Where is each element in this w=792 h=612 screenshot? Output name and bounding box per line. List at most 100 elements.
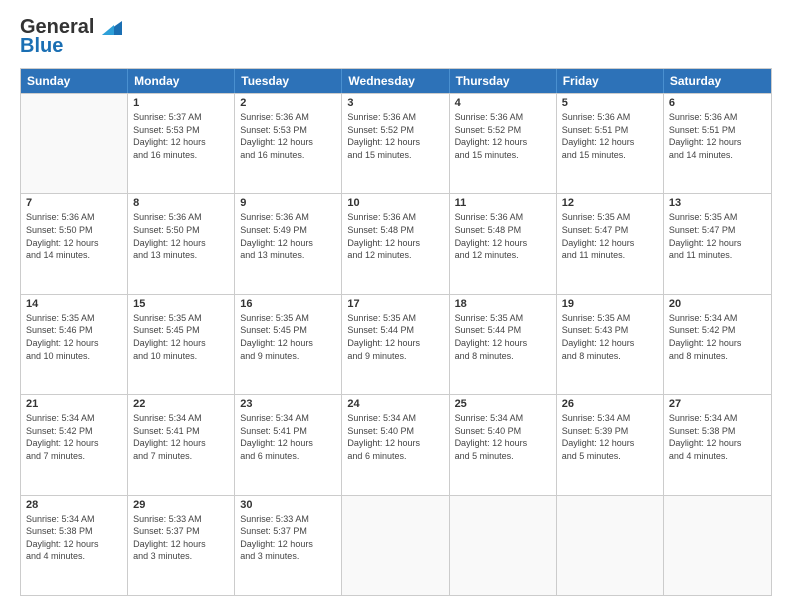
cal-cell: 12Sunrise: 5:35 AMSunset: 5:47 PMDayligh… bbox=[557, 194, 664, 293]
cell-info-line: Sunrise: 5:35 AM bbox=[669, 211, 766, 224]
cal-cell: 8 Sunrise: 5:36 AMSunset: 5:50 PMDaylight… bbox=[128, 194, 235, 293]
cell-info-line: and 6 minutes. bbox=[347, 450, 443, 463]
cell-info-line: Sunset: 5:45 PM bbox=[240, 324, 336, 337]
cell-info-line: Sunset: 5:44 PM bbox=[347, 324, 443, 337]
day-number: 30 bbox=[240, 499, 336, 511]
cell-info-line: Daylight: 12 hours bbox=[562, 136, 658, 149]
day-number: 24 bbox=[347, 398, 443, 410]
cell-info-line: Daylight: 12 hours bbox=[240, 237, 336, 250]
cell-info-line: Daylight: 12 hours bbox=[455, 237, 551, 250]
day-number: 15 bbox=[133, 298, 229, 310]
calendar-body: 1Sunrise: 5:37 AMSunset: 5:53 PMDaylight… bbox=[21, 93, 771, 595]
cal-cell: 10Sunrise: 5:36 AMSunset: 5:48 PMDayligh… bbox=[342, 194, 449, 293]
cell-info-line: Sunrise: 5:36 AM bbox=[347, 211, 443, 224]
cal-cell: 19Sunrise: 5:35 AMSunset: 5:43 PMDayligh… bbox=[557, 295, 664, 394]
cell-info-line: Sunset: 5:44 PM bbox=[455, 324, 551, 337]
cell-info-line: Sunrise: 5:36 AM bbox=[669, 111, 766, 124]
cell-info-line: Daylight: 12 hours bbox=[133, 237, 229, 250]
cell-info-line: Sunset: 5:40 PM bbox=[455, 425, 551, 438]
header-day-monday: Monday bbox=[128, 69, 235, 93]
day-number: 8 bbox=[133, 197, 229, 209]
cell-info-line: Daylight: 12 hours bbox=[669, 337, 766, 350]
cal-cell: 20Sunrise: 5:34 AMSunset: 5:42 PMDayligh… bbox=[664, 295, 771, 394]
cell-info-line: and 7 minutes. bbox=[133, 450, 229, 463]
cell-info-line: Sunrise: 5:35 AM bbox=[133, 312, 229, 325]
header-day-friday: Friday bbox=[557, 69, 664, 93]
cell-info-line: Sunrise: 5:36 AM bbox=[240, 111, 336, 124]
cell-info-line: Daylight: 12 hours bbox=[347, 337, 443, 350]
cell-info-line: Sunset: 5:37 PM bbox=[133, 525, 229, 538]
day-number: 19 bbox=[562, 298, 658, 310]
calendar-row-4: 21Sunrise: 5:34 AMSunset: 5:42 PMDayligh… bbox=[21, 394, 771, 494]
cal-cell bbox=[664, 496, 771, 595]
cell-info-line: and 6 minutes. bbox=[240, 450, 336, 463]
cal-cell: 5Sunrise: 5:36 AMSunset: 5:51 PMDaylight… bbox=[557, 94, 664, 193]
cell-info-line: Daylight: 12 hours bbox=[455, 437, 551, 450]
cell-info-line: Sunrise: 5:33 AM bbox=[240, 513, 336, 526]
cell-info-line: Sunset: 5:42 PM bbox=[669, 324, 766, 337]
day-number: 12 bbox=[562, 197, 658, 209]
logo-icon bbox=[94, 17, 126, 39]
cell-info-line: and 8 minutes. bbox=[455, 350, 551, 363]
cell-info-line: Sunrise: 5:34 AM bbox=[455, 412, 551, 425]
cell-info-line: and 12 minutes. bbox=[347, 249, 443, 262]
cell-info-line: Sunset: 5:48 PM bbox=[347, 224, 443, 237]
cell-info-line: Sunrise: 5:36 AM bbox=[133, 211, 229, 224]
logo: General Blue bbox=[20, 16, 126, 58]
calendar-row-3: 14Sunrise: 5:35 AMSunset: 5:46 PMDayligh… bbox=[21, 294, 771, 394]
cell-info-line: and 14 minutes. bbox=[26, 249, 122, 262]
cell-info-line: Daylight: 12 hours bbox=[562, 337, 658, 350]
cal-cell: 16Sunrise: 5:35 AMSunset: 5:45 PMDayligh… bbox=[235, 295, 342, 394]
cell-info-line: Sunset: 5:50 PM bbox=[133, 224, 229, 237]
header-day-saturday: Saturday bbox=[664, 69, 771, 93]
cell-info-line: Sunset: 5:52 PM bbox=[455, 124, 551, 137]
cal-cell: 24Sunrise: 5:34 AMSunset: 5:40 PMDayligh… bbox=[342, 395, 449, 494]
cal-cell: 11Sunrise: 5:36 AMSunset: 5:48 PMDayligh… bbox=[450, 194, 557, 293]
cell-info-line: Sunset: 5:42 PM bbox=[26, 425, 122, 438]
cell-info-line: and 15 minutes. bbox=[347, 149, 443, 162]
day-number: 1 bbox=[133, 97, 229, 109]
cal-cell: 28Sunrise: 5:34 AMSunset: 5:38 PMDayligh… bbox=[21, 496, 128, 595]
cell-info-line: Sunrise: 5:36 AM bbox=[562, 111, 658, 124]
cell-info-line: and 5 minutes. bbox=[562, 450, 658, 463]
cell-info-line: Daylight: 12 hours bbox=[347, 136, 443, 149]
cell-info-line: Daylight: 12 hours bbox=[240, 337, 336, 350]
cell-info-line: Sunrise: 5:36 AM bbox=[347, 111, 443, 124]
calendar: SundayMondayTuesdayWednesdayThursdayFrid… bbox=[20, 68, 772, 596]
cell-info-line: and 4 minutes. bbox=[669, 450, 766, 463]
logo-blue-text: Blue bbox=[20, 35, 63, 58]
cell-info-line: and 3 minutes. bbox=[240, 550, 336, 563]
cell-info-line: and 15 minutes. bbox=[562, 149, 658, 162]
cell-info-line: and 8 minutes. bbox=[669, 350, 766, 363]
cell-info-line: Sunset: 5:41 PM bbox=[133, 425, 229, 438]
cell-info-line: Daylight: 12 hours bbox=[562, 237, 658, 250]
day-number: 6 bbox=[669, 97, 766, 109]
cell-info-line: Daylight: 12 hours bbox=[455, 136, 551, 149]
cell-info-line: Sunrise: 5:36 AM bbox=[26, 211, 122, 224]
cal-cell: 7Sunrise: 5:36 AMSunset: 5:50 PMDaylight… bbox=[21, 194, 128, 293]
cal-cell: 29Sunrise: 5:33 AMSunset: 5:37 PMDayligh… bbox=[128, 496, 235, 595]
header-day-sunday: Sunday bbox=[21, 69, 128, 93]
cell-info-line: and 9 minutes. bbox=[240, 350, 336, 363]
page: General Blue SundayMondayTuesdayWednesda… bbox=[0, 0, 792, 612]
day-number: 17 bbox=[347, 298, 443, 310]
cal-cell: 4Sunrise: 5:36 AMSunset: 5:52 PMDaylight… bbox=[450, 94, 557, 193]
cell-info-line: Daylight: 12 hours bbox=[133, 538, 229, 551]
cell-info-line: Sunrise: 5:34 AM bbox=[26, 412, 122, 425]
cell-info-line: Sunrise: 5:33 AM bbox=[133, 513, 229, 526]
cell-info-line: Sunset: 5:40 PM bbox=[347, 425, 443, 438]
cal-cell: 9Sunrise: 5:36 AMSunset: 5:49 PMDaylight… bbox=[235, 194, 342, 293]
cal-cell bbox=[450, 496, 557, 595]
cell-info-line: Sunrise: 5:36 AM bbox=[240, 211, 336, 224]
header-day-tuesday: Tuesday bbox=[235, 69, 342, 93]
cal-cell: 3Sunrise: 5:36 AMSunset: 5:52 PMDaylight… bbox=[342, 94, 449, 193]
cell-info-line: and 11 minutes. bbox=[669, 249, 766, 262]
calendar-row-1: 1Sunrise: 5:37 AMSunset: 5:53 PMDaylight… bbox=[21, 93, 771, 193]
cell-info-line: Daylight: 12 hours bbox=[347, 437, 443, 450]
cell-info-line: Sunrise: 5:36 AM bbox=[455, 111, 551, 124]
cell-info-line: Sunset: 5:53 PM bbox=[133, 124, 229, 137]
cell-info-line: Sunset: 5:43 PM bbox=[562, 324, 658, 337]
cell-info-line: Sunrise: 5:34 AM bbox=[26, 513, 122, 526]
cell-info-line: Sunset: 5:50 PM bbox=[26, 224, 122, 237]
cal-cell: 18Sunrise: 5:35 AMSunset: 5:44 PMDayligh… bbox=[450, 295, 557, 394]
